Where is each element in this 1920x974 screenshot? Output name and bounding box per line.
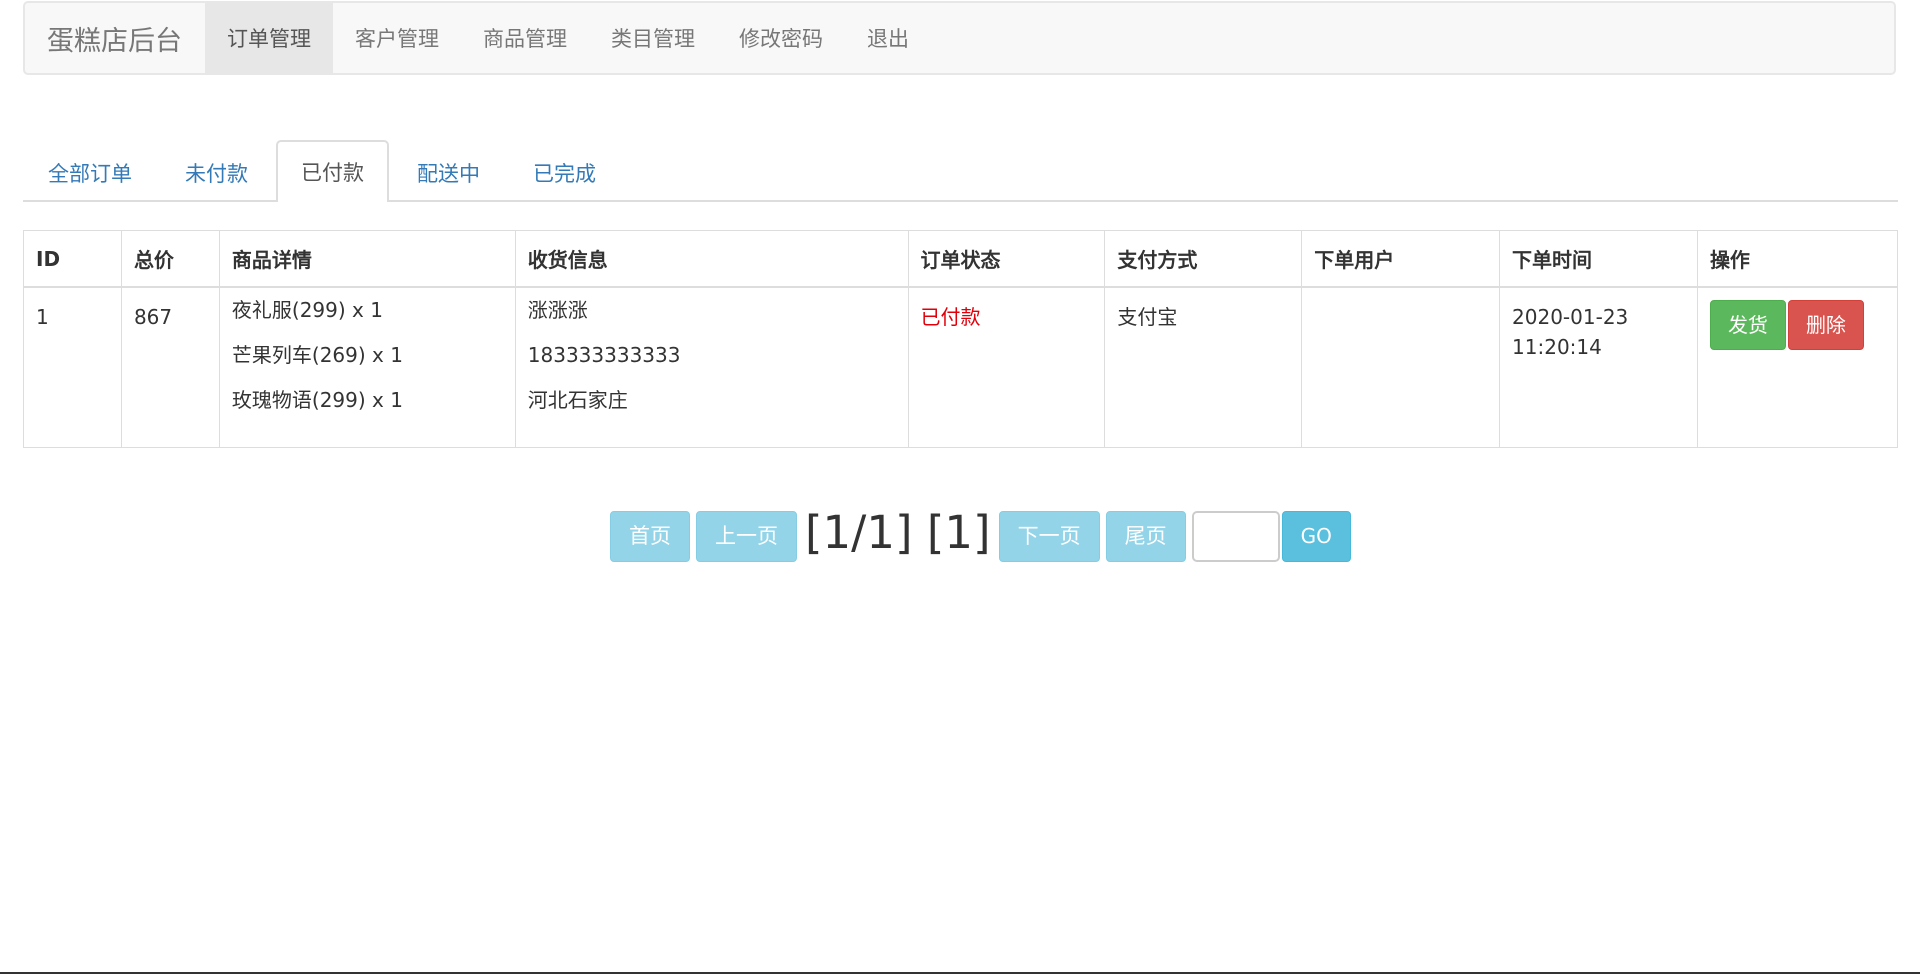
cell-time: 2020-01-23 11:20:14: [1499, 286, 1698, 448]
nav-item-orders[interactable]: 订单管理: [205, 3, 333, 73]
first-page-button[interactable]: 首页: [610, 510, 690, 562]
column-header-time: 下单时间: [1499, 230, 1698, 288]
order-status-tabs: 全部订单 未付款 已付款 配送中 已完成: [23, 138, 1898, 202]
cell-id: 1: [23, 286, 122, 448]
order-item: 芒果列车(269) x 1: [231, 343, 403, 367]
prev-page-button[interactable]: 上一页: [696, 510, 797, 562]
pagination: 首页 上一页 [1/1] [1] 下一页 尾页 GO: [610, 505, 1351, 567]
cell-items: 夜礼服(299) x 1 芒果列车(269) x 1 玫瑰物语(299) x 1: [218, 286, 516, 448]
recipient-address: 河北石家庄: [527, 388, 628, 412]
cell-payment: 支付宝: [1104, 286, 1303, 448]
page-indicator: [1/1] [1]: [805, 505, 991, 559]
tab-completed[interactable]: 已完成: [508, 142, 621, 202]
column-header-status: 订单状态: [907, 230, 1106, 288]
next-page-button[interactable]: 下一页: [998, 510, 1100, 562]
cell-total: 867: [120, 286, 220, 448]
brand-title[interactable]: 蛋糕店后台: [25, 3, 205, 73]
nav-item-customers[interactable]: 客户管理: [333, 3, 461, 73]
payment-method: 支付宝: [1117, 305, 1178, 329]
ship-button[interactable]: 发货: [1709, 300, 1786, 350]
tab-delivering[interactable]: 配送中: [392, 142, 505, 202]
recipient-name: 涨涨涨: [527, 298, 588, 322]
order-clock: 11:20:14: [1512, 335, 1602, 359]
cell-actions: 发货 删除: [1696, 286, 1899, 448]
cell-status: 已付款: [907, 286, 1106, 448]
tab-all-orders[interactable]: 全部订单: [23, 142, 157, 202]
order-date: 2020-01-23: [1512, 305, 1629, 329]
column-header-id: ID: [23, 230, 122, 288]
order-id: 1: [36, 305, 49, 329]
cell-shipping: 涨涨涨 183333333333 河北石家庄: [514, 286, 909, 448]
order-item: 玫瑰物语(299) x 1: [231, 388, 403, 412]
order-total: 867: [133, 305, 173, 329]
orders-table: ID 总价 商品详情 收货信息 订单状态 支付方式 下单用户 下单时间 操作 1…: [23, 230, 1899, 448]
nav-item-categories[interactable]: 类目管理: [589, 3, 717, 73]
table-row: 1 867 夜礼服(299) x 1 芒果列车(269) x 1 玫瑰物语(29…: [23, 286, 1899, 448]
delete-button[interactable]: 删除: [1787, 300, 1864, 350]
column-header-payment: 支付方式: [1104, 230, 1303, 288]
page-number-input[interactable]: [1191, 510, 1280, 562]
nav-item-change-password[interactable]: 修改密码: [717, 3, 845, 73]
nav-item-products[interactable]: 商品管理: [461, 3, 589, 73]
column-header-total: 总价: [120, 230, 220, 288]
table-header-row: ID 总价 商品详情 收货信息 订单状态 支付方式 下单用户 下单时间 操作: [23, 230, 1899, 288]
column-header-shipping: 收货信息: [514, 230, 909, 288]
page: 蛋糕店后台 订单管理 客户管理 商品管理 类目管理 修改密码 退出 全部订单 未…: [0, 0, 1920, 974]
top-navbar: 蛋糕店后台 订单管理 客户管理 商品管理 类目管理 修改密码 退出: [23, 1, 1896, 75]
tab-unpaid[interactable]: 未付款: [160, 142, 273, 202]
column-header-user: 下单用户: [1301, 230, 1501, 288]
order-item: 夜礼服(299) x 1: [231, 298, 383, 322]
cell-user: [1301, 286, 1501, 448]
tab-paid[interactable]: 已付款: [276, 140, 389, 202]
column-header-actions: 操作: [1696, 230, 1899, 288]
last-page-button[interactable]: 尾页: [1105, 510, 1186, 562]
nav-item-logout[interactable]: 退出: [845, 3, 931, 73]
status-badge: 已付款: [920, 305, 981, 329]
go-button[interactable]: GO: [1281, 510, 1351, 562]
column-header-items: 商品详情: [218, 230, 516, 288]
recipient-phone: 183333333333: [527, 343, 681, 367]
